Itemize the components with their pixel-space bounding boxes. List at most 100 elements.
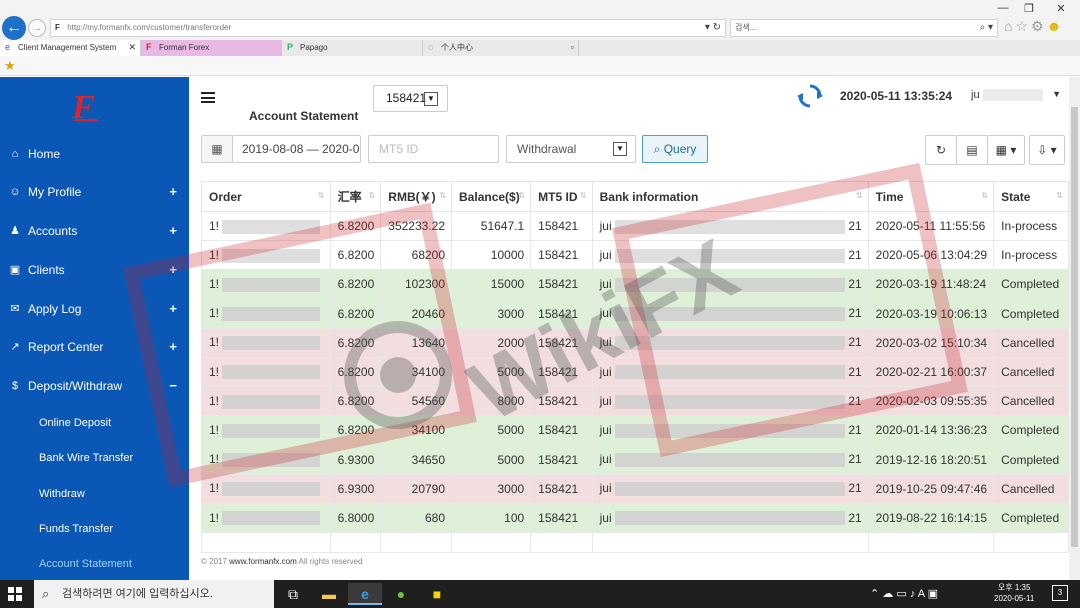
network-icon[interactable]: ▭: [896, 588, 906, 600]
table-row[interactable]: 1! 6.8200 34100 5000 158421 jui 21 2020-02-21…: [201, 356, 1069, 388]
file-explorer-icon[interactable]: ▬: [312, 583, 346, 605]
table-row[interactable]: 1! 6.8200 54560 8000 158421 jui 21 2020-02-03…: [201, 386, 1069, 417]
account-select[interactable]: 158421 ▼: [373, 85, 448, 112]
menu-toggle-icon[interactable]: [201, 92, 215, 103]
address-bar[interactable]: F http://my.formanfx.com/customer/transf…: [50, 19, 726, 37]
redacted-bank-info: [614, 453, 845, 467]
table-row[interactable]: 1! 6.8200 20460 3000 158421 jui 21 2020-03-19…: [201, 298, 1069, 329]
mt5-id-input[interactable]: MT5 ID: [368, 135, 499, 163]
tab-personal-center[interactable]: ◌ 个人中心 ▫: [423, 40, 579, 56]
sidebar-item-label: Deposit/Withdraw: [28, 379, 123, 393]
tray-arrow-icon[interactable]: ⌃: [870, 588, 879, 600]
taskbar-search-input[interactable]: ⌕ 검색하려면 여기에 입력하십시오.: [34, 580, 274, 608]
forward-button[interactable]: →: [28, 19, 46, 37]
sidebar-item-apply-log[interactable]: ✉ Apply Log +: [0, 294, 189, 324]
table-row[interactable]: 1! 6.9300 34650 5000 158421 jui 21 2019-12-16…: [201, 444, 1069, 475]
task-view-icon[interactable]: ⧉: [276, 583, 310, 605]
table-row[interactable]: 1! 6.8200 68200 10000 158421 jui 21 2020-05-0…: [201, 240, 1069, 271]
cell-mt5-id: 158421: [530, 240, 593, 271]
volume-icon[interactable]: ♪: [910, 588, 916, 600]
table-row[interactable]: 1! 6.8200 34100 5000 158421 jui 21 2020-01-14…: [201, 415, 1069, 446]
sidebar-item-report-center[interactable]: ↗ Report Center +: [0, 332, 189, 362]
tab-forman-forex[interactable]: F Forman Forex: [141, 40, 282, 56]
forman-logo[interactable]: F: [72, 89, 95, 127]
empty-cell: [591, 532, 869, 554]
notification-center-icon[interactable]: 3: [1052, 585, 1068, 601]
add-favorite-star-icon[interactable]: ★: [4, 58, 16, 74]
sidebar-item-clients[interactable]: ▣ Clients +: [0, 255, 189, 285]
columns-button[interactable]: ▦ ▾: [987, 135, 1025, 165]
cell-balance: 5000: [451, 356, 532, 388]
column-header-mt5-id[interactable]: MT5 ID ⇅: [530, 181, 593, 212]
refresh-icon[interactable]: ▾ ↻: [705, 20, 721, 36]
toggle-view-button[interactable]: ▤: [956, 135, 988, 165]
sidebar-item-home[interactable]: ⌂ Home: [0, 139, 189, 169]
taskbar-clock[interactable]: 오후 1:35 2020-05-11: [994, 582, 1034, 604]
sidebar-item-accounts[interactable]: ♟ Accounts +: [0, 216, 189, 246]
tab-papago[interactable]: P Papago: [282, 40, 423, 56]
sync-icon[interactable]: [797, 83, 823, 109]
user-menu[interactable]: ju ▼: [971, 89, 1061, 102]
date-range-input[interactable]: 2019-08-08 — 2020-05: [232, 135, 361, 163]
column-header-time[interactable]: Time ⇅: [867, 181, 995, 212]
close-window-button[interactable]: ✕: [1046, 2, 1076, 15]
sidebar-subitem-bank-wire-transfer[interactable]: Bank Wire Transfer: [39, 452, 133, 464]
browser-toolbar-icons[interactable]: ⌂☆⚙☻: [1004, 18, 1064, 35]
refresh-table-button[interactable]: ↻: [925, 135, 957, 165]
home-icon[interactable]: ⌂: [1004, 18, 1015, 34]
internet-explorer-icon[interactable]: e: [348, 583, 382, 605]
maximize-button[interactable]: ❐: [1014, 2, 1044, 15]
input-mode-icon[interactable]: A: [918, 588, 925, 600]
back-button[interactable]: ←: [2, 16, 26, 40]
sidebar-subitem-online-deposit[interactable]: Online Deposit: [39, 417, 111, 429]
query-button[interactable]: ⌕ Query: [642, 135, 708, 163]
new-tab-icon[interactable]: ▫: [571, 40, 574, 55]
cell-rmb: 34100: [380, 415, 453, 446]
favorites-star-icon[interactable]: ☆: [1015, 18, 1031, 34]
settings-gear-icon[interactable]: ⚙: [1031, 18, 1047, 34]
table-header-row: Order ⇅ 汇率 ⇅ RMB(￥) ⇅ Balance($) ⇅ MT5 ID ⇅ B…: [201, 181, 1069, 212]
system-tray[interactable]: ⌃ ☁ ▭ ♪ A ▣: [870, 580, 938, 608]
bank-info-suffix: 21: [848, 364, 862, 379]
column-header-balance[interactable]: Balance($) ⇅: [451, 181, 532, 212]
table-row[interactable]: 1! 6.8200 352233.22 51647.1 158421 jui 21 202…: [201, 210, 1069, 242]
calendar-button[interactable]: ▦: [201, 135, 233, 163]
green-app-icon[interactable]: ●: [384, 583, 418, 605]
windows-start-icon[interactable]: [8, 587, 22, 601]
close-tab-icon[interactable]: ✕: [128, 40, 136, 55]
tab-label: 个人中心: [441, 43, 473, 52]
browser-search-input[interactable]: 검색... ⌕ ▾: [730, 19, 998, 37]
column-header-rmb[interactable]: RMB(￥) ⇅: [380, 181, 453, 212]
sidebar-subitem-funds-transfer[interactable]: Funds Transfer: [39, 523, 113, 535]
refresh-icon: ↻: [935, 143, 947, 157]
column-header-state[interactable]: State ⇅: [993, 181, 1069, 212]
kakaotalk-icon[interactable]: ■: [420, 583, 454, 605]
keyboard-icon[interactable]: ▣: [928, 588, 938, 600]
tab-client-management[interactable]: e Client Management System ✕: [0, 40, 141, 56]
bank-info-suffix: 21: [848, 422, 862, 437]
column-header-order[interactable]: Order ⇅: [201, 181, 331, 212]
table-row[interactable]: 1! 6.8200 102300 15000 158421 jui 21 2020-03-…: [201, 269, 1069, 300]
column-header-rate[interactable]: 汇率 ⇅: [329, 181, 382, 212]
column-header-bank-information[interactable]: Bank information ⇅: [591, 181, 869, 212]
cell-rate: 6.8200: [329, 386, 382, 417]
transaction-type-select[interactable]: Withdrawal ▼: [506, 135, 636, 163]
table-row[interactable]: 1! 6.8200 13640 2000 158421 jui 21 2020-03-02…: [201, 327, 1069, 358]
cell-mt5-id: 158421: [530, 386, 593, 417]
sidebar-item-my-profile[interactable]: ☺ My Profile +: [0, 177, 189, 207]
page-scrollbar[interactable]: [1069, 77, 1080, 580]
sidebar-subitem-withdraw[interactable]: Withdraw: [39, 488, 85, 500]
table-row[interactable]: 1! 6.9300 20790 3000 158421 jui 21 2019-10-25…: [201, 473, 1069, 504]
sidebar-item-deposit-withdraw[interactable]: $ Deposit/Withdraw −: [0, 371, 189, 401]
cloud-icon[interactable]: ☁: [882, 588, 893, 600]
sidebar-subitem-account-statement[interactable]: Account Statement: [39, 558, 132, 570]
feedback-smiley-icon[interactable]: ☻: [1047, 18, 1065, 34]
scrollbar-thumb[interactable]: [1071, 107, 1078, 547]
export-button[interactable]: ⇩ ▾: [1029, 135, 1065, 165]
table-row[interactable]: 1! 6.8000 680 100 158421 jui 21 2019-08-22 16…: [201, 502, 1069, 534]
footer-site-link[interactable]: www.formanfx.com: [229, 557, 297, 566]
address-url: http://my.formanfx.com/customer/transfer…: [67, 23, 232, 32]
redacted-order-id: [222, 423, 321, 438]
search-icon[interactable]: ⌕ ▾: [980, 20, 993, 36]
cell-time: 2019-10-25 09:47:46: [867, 473, 995, 504]
